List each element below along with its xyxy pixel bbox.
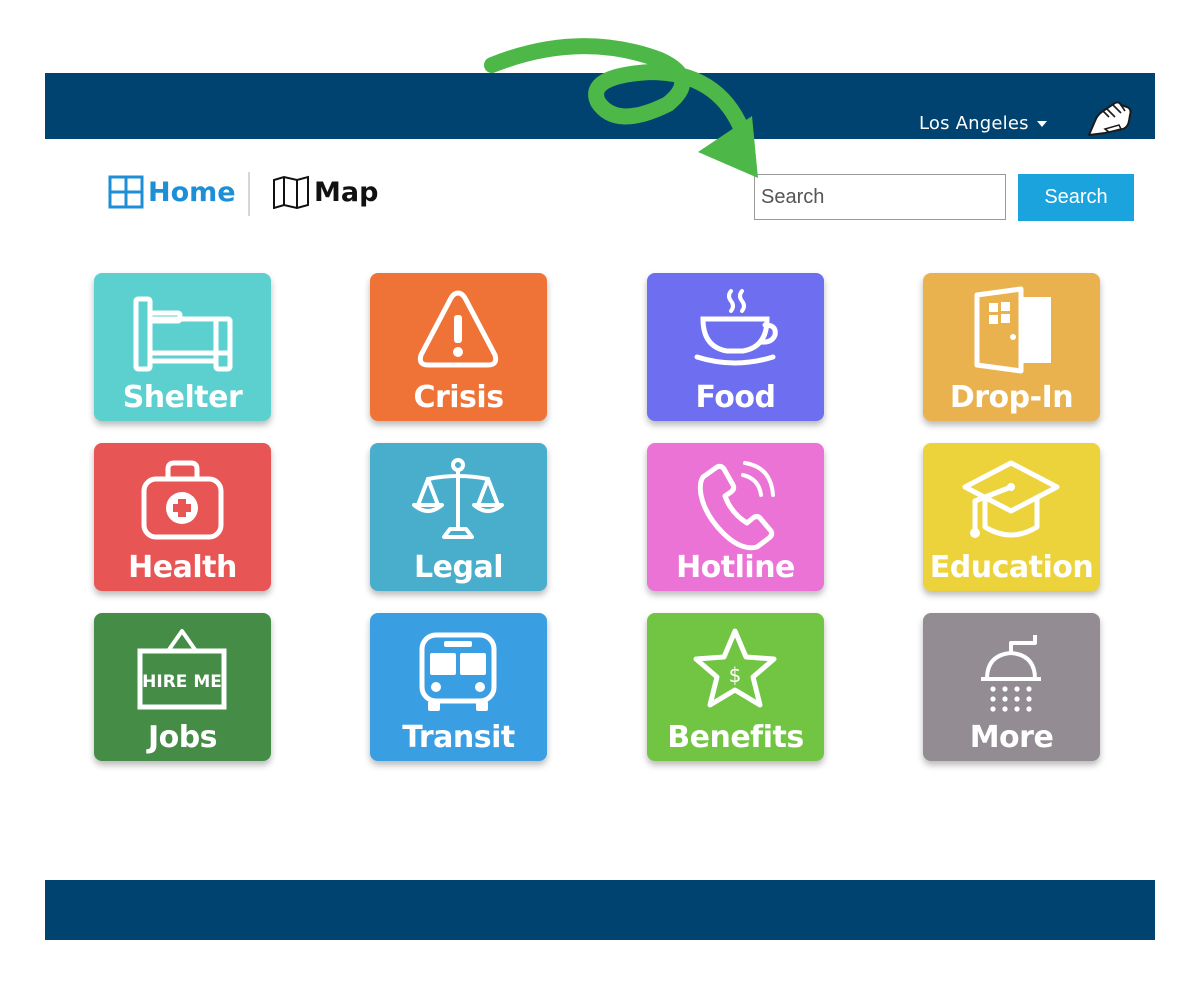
tile-legal[interactable]: Legal [370,443,547,591]
tile-label: More [969,720,1054,755]
tile-transit[interactable]: Transit [370,613,547,761]
tile-health[interactable]: Health [94,443,271,591]
coffee-cup-icon [694,289,778,366]
tile-label: Legal [414,550,503,585]
tile-jobs[interactable]: HIRE ME Jobs [94,613,271,761]
tile-more[interactable]: More [923,613,1100,761]
hire-me-sign-icon: HIRE ME [137,629,227,710]
search-button[interactable]: Search [1018,174,1134,221]
tile-benefits[interactable]: $ Benefits [647,613,824,761]
tile-label: Food [695,380,776,415]
warning-icon [417,290,499,368]
nav-map-label: Map [314,176,379,208]
search-input[interactable] [754,174,1006,220]
tile-label: Jobs [147,720,218,755]
footer-bar [45,880,1155,940]
tile-crisis[interactable]: Crisis [370,273,547,421]
top-header-bar: Los Angeles [45,73,1155,139]
tile-shelter[interactable]: Shelter [94,273,271,421]
grid-icon [108,175,144,209]
phone-icon [697,461,775,551]
tile-label: Shelter [122,380,243,415]
tile-label: Drop-In [949,380,1074,415]
tile-label: Crisis [413,380,504,415]
tile-education[interactable]: Education [923,443,1100,591]
city-selector[interactable]: Los Angeles [919,113,1047,134]
dollar-sign-text: $ [729,663,742,687]
nav-home-link[interactable]: Home [108,174,236,210]
shower-icon [981,635,1041,712]
chevron-down-icon [1036,121,1047,127]
map-icon [273,175,309,209]
scales-icon [412,458,504,539]
city-selector-label: Los Angeles [919,113,1029,134]
helping-hand-icon[interactable] [1083,99,1135,139]
tile-label: Hotline [676,550,795,585]
hire-me-text: HIRE ME [142,672,222,692]
door-icon [974,286,1051,374]
medical-kit-icon [141,460,224,540]
nav-divider [248,172,250,216]
bus-icon [419,632,497,711]
star-dollar-icon: $ [693,628,777,708]
bed-icon [133,296,233,372]
tile-label: Transit [402,720,515,755]
tile-hotline[interactable]: Hotline [647,443,824,591]
tile-food[interactable]: Food [647,273,824,421]
tile-label: Health [128,550,237,585]
nav-home-label: Home [148,176,236,208]
tile-label: Education [929,550,1094,585]
nav-map-link[interactable]: Map [272,174,378,210]
graduation-cap-icon [962,460,1060,538]
tile-drop-in[interactable]: Drop-In [923,273,1100,421]
tile-label: Benefits [667,720,804,755]
